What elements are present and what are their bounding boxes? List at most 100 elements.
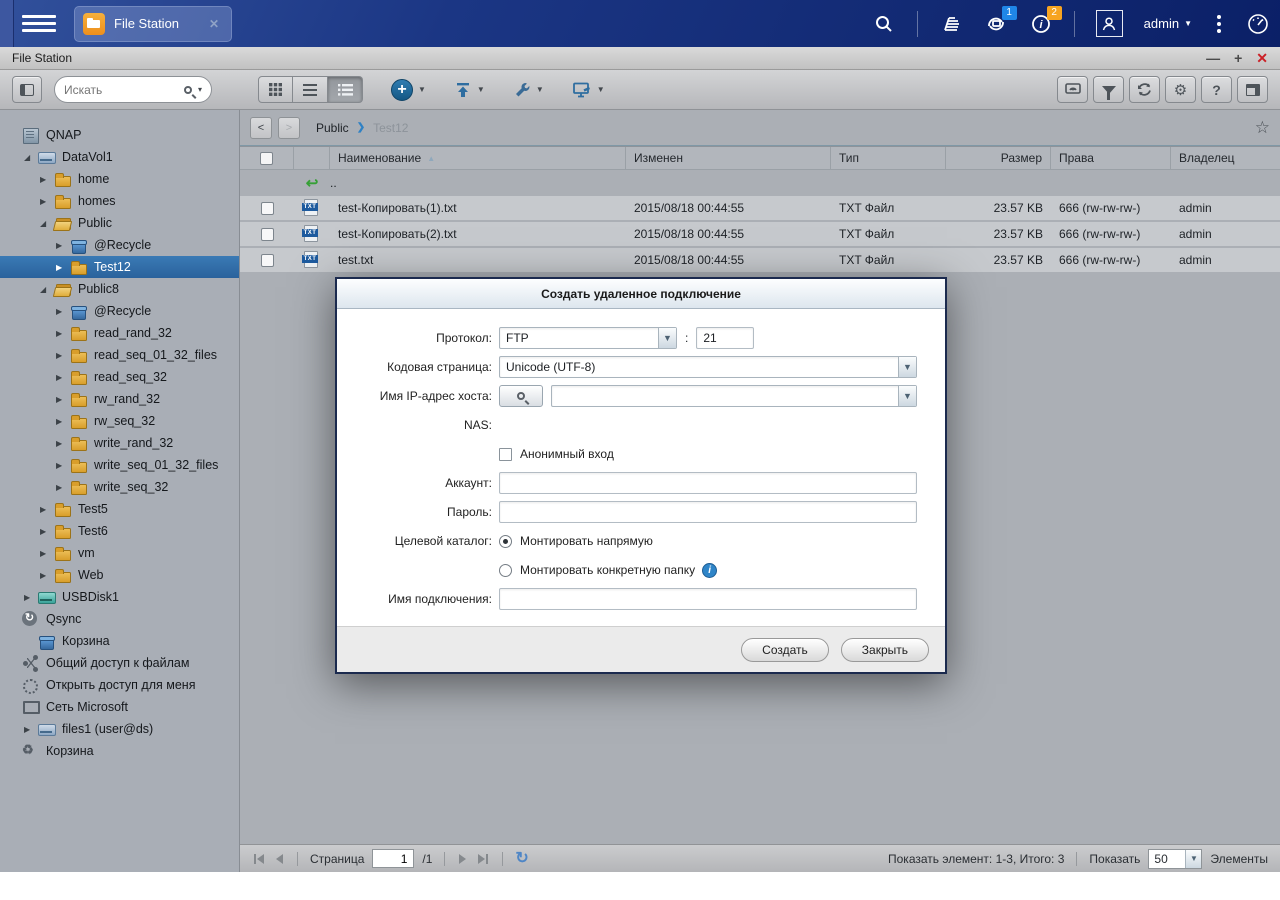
avatar[interactable] <box>1096 10 1123 37</box>
sidebar-item-write-rand-32[interactable]: ▶write_rand_32 <box>0 432 239 454</box>
sidebar-item-read-seq-32[interactable]: ▶read_seq_32 <box>0 366 239 388</box>
expand-icon[interactable]: ▶ <box>40 505 54 514</box>
sidebar-item-read-seq-01-32-files[interactable]: ▶read_seq_01_32_files <box>0 344 239 366</box>
upload-menu-button[interactable]: ▼ <box>454 81 485 99</box>
sidebar-item-rw-seq-32[interactable]: ▶rw_seq_32 <box>0 410 239 432</box>
connection-name-input[interactable] <box>499 588 917 610</box>
sidebar-item-datavol1[interactable]: ◢DataVol1 <box>0 146 239 168</box>
expand-icon[interactable]: ▶ <box>56 373 70 382</box>
account-input[interactable] <box>499 472 917 494</box>
notifications-icon[interactable]: i 2 <box>1029 12 1053 36</box>
sidebar-item-web[interactable]: ▶Web <box>0 564 239 586</box>
sidebar-item-home[interactable]: ▶home <box>0 168 239 190</box>
sidebar-item-общий-доступ-к-файлам[interactable]: Общий доступ к файлам <box>0 652 239 674</box>
gear-icon: ⚙ <box>1174 81 1187 99</box>
layout-button[interactable] <box>1237 76 1268 103</box>
sidebar-item-write-seq-32[interactable]: ▶write_seq_32 <box>0 476 239 498</box>
mount-folder-radio[interactable] <box>499 564 512 577</box>
settings-button[interactable]: ⚙ <box>1165 76 1196 103</box>
app-tab-file-station[interactable]: File Station ✕ <box>74 6 232 42</box>
expand-icon[interactable]: ▶ <box>40 175 54 184</box>
tab-close-icon[interactable]: ✕ <box>209 17 219 31</box>
filter-button[interactable] <box>1093 76 1124 103</box>
sidebar-item-test6[interactable]: ▶Test6 <box>0 520 239 542</box>
sidebar-item--recycle[interactable]: ▶@Recycle <box>0 300 239 322</box>
username: admin <box>1144 16 1179 31</box>
sidebar-item-vm[interactable]: ▶vm <box>0 542 239 564</box>
expand-icon[interactable]: ▶ <box>24 593 38 602</box>
password-input[interactable] <box>499 501 917 523</box>
expand-icon[interactable]: ▶ <box>56 417 70 426</box>
sidebar-item-rw-rand-32[interactable]: ▶rw_rand_32 <box>0 388 239 410</box>
maximize-icon[interactable]: + <box>1234 51 1242 65</box>
expand-icon[interactable]: ▶ <box>56 351 70 360</box>
search-input[interactable] <box>64 83 178 97</box>
search-icon[interactable] <box>872 12 896 36</box>
host-select[interactable]: ▼ <box>551 385 917 407</box>
expand-icon[interactable]: ▶ <box>56 395 70 404</box>
sidebar-item-qsync[interactable]: Qsync <box>0 608 239 630</box>
remote-display-button[interactable] <box>1057 76 1088 103</box>
close-button[interactable]: Закрыть <box>841 638 929 662</box>
sidebar-item-корзина[interactable]: Корзина <box>0 740 239 762</box>
main-menu-icon[interactable] <box>22 9 56 39</box>
expand-icon[interactable]: ▶ <box>56 329 70 338</box>
dashboard-icon[interactable] <box>1246 12 1270 36</box>
sidebar-item-usbdisk1[interactable]: ▶USBDisk1 <box>0 586 239 608</box>
search-host-button[interactable] <box>499 385 543 407</box>
search-magnifier-icon[interactable] <box>184 86 192 94</box>
create-button[interactable]: Создать <box>741 638 829 662</box>
expand-icon[interactable]: ▶ <box>56 307 70 316</box>
collapse-icon[interactable]: ◢ <box>40 285 54 294</box>
sidebar-item-сеть-microsoft[interactable]: Сеть Microsoft <box>0 696 239 718</box>
sidebar-toggle-button[interactable] <box>12 76 42 103</box>
external-device-icon[interactable]: 1 <box>984 12 1008 36</box>
expand-icon[interactable]: ▶ <box>40 527 54 536</box>
user-menu[interactable]: admin ▼ <box>1144 16 1192 31</box>
port-input[interactable] <box>696 327 754 349</box>
thumbnail-view-button[interactable] <box>258 76 293 103</box>
sidebar-item-public[interactable]: ◢Public <box>0 212 239 234</box>
remote-connection-menu-button[interactable]: ▼ <box>572 81 605 99</box>
expand-icon[interactable]: ▶ <box>40 571 54 580</box>
expand-icon[interactable]: ▶ <box>24 725 38 734</box>
sidebar-item-read-rand-32[interactable]: ▶read_rand_32 <box>0 322 239 344</box>
tools-menu-button[interactable]: ▼ <box>513 81 544 99</box>
columns-icon <box>1246 84 1260 96</box>
expand-icon[interactable]: ▶ <box>56 263 70 272</box>
list-view-button[interactable] <box>293 76 328 103</box>
help-button[interactable]: ? <box>1201 76 1232 103</box>
sidebar-item-qnap[interactable]: QNAP <box>0 124 239 146</box>
mount-direct-radio[interactable] <box>499 535 512 548</box>
anonymous-checkbox[interactable] <box>499 448 512 461</box>
more-options-icon[interactable] <box>1217 15 1221 33</box>
collapse-icon[interactable]: ◢ <box>40 219 54 228</box>
expand-icon[interactable]: ▶ <box>40 549 54 558</box>
codepage-select[interactable]: Unicode (UTF-8) ▼ <box>499 356 917 378</box>
close-icon[interactable]: ✕ <box>1256 51 1268 65</box>
sidebar-item-files1-user-ds-[interactable]: ▶files1 (user@ds) <box>0 718 239 740</box>
expand-icon[interactable]: ▶ <box>40 197 54 206</box>
sidebar-item-test5[interactable]: ▶Test5 <box>0 498 239 520</box>
sidebar-item-test12[interactable]: ▶Test12 <box>0 256 239 278</box>
sidebar-item-public8[interactable]: ◢Public8 <box>0 278 239 300</box>
info-icon[interactable]: i <box>702 563 717 578</box>
sidebar-item--recycle[interactable]: ▶@Recycle <box>0 234 239 256</box>
sidebar-item-homes[interactable]: ▶homes <box>0 190 239 212</box>
sidebar-item-write-seq-01-32-files[interactable]: ▶write_seq_01_32_files <box>0 454 239 476</box>
refresh-button[interactable] <box>1129 76 1160 103</box>
expand-icon[interactable]: ▶ <box>56 461 70 470</box>
sidebar-item-открыть-доступ-для-меня[interactable]: Открыть доступ для меня <box>0 674 239 696</box>
create-menu-button[interactable]: + ▼ <box>391 79 426 101</box>
minimize-icon[interactable]: — <box>1206 51 1220 65</box>
protocol-select[interactable]: FTP ▼ <box>499 327 677 349</box>
expand-icon[interactable]: ▶ <box>56 439 70 448</box>
background-tasks-icon[interactable] <box>939 12 963 36</box>
search-options-caret-icon[interactable]: ▾ <box>198 85 202 94</box>
sidebar-item-корзина[interactable]: Корзина <box>0 630 239 652</box>
expand-icon[interactable]: ▶ <box>56 241 70 250</box>
expand-icon[interactable]: ▶ <box>56 483 70 492</box>
search-box[interactable]: ▾ <box>54 76 212 103</box>
collapse-icon[interactable]: ◢ <box>24 153 38 162</box>
detail-view-button[interactable] <box>328 76 363 103</box>
